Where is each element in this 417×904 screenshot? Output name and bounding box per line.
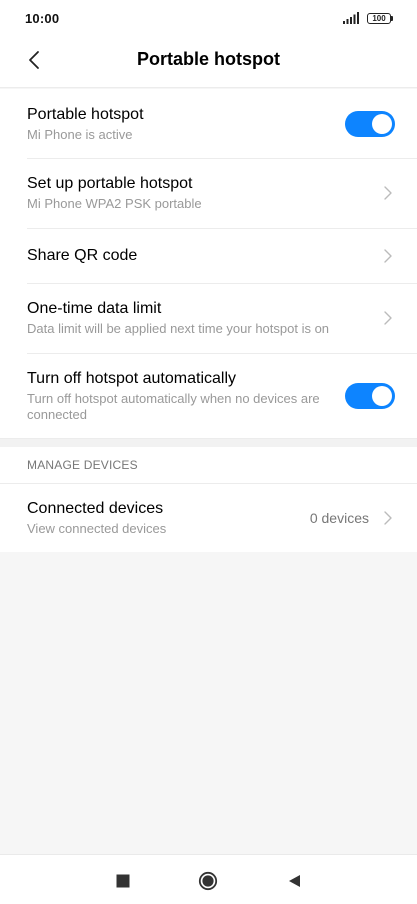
setting-share-qr[interactable]: Share QR code (0, 228, 417, 283)
setting-data-limit[interactable]: One-time data limit Data limit will be a… (0, 283, 417, 353)
device-count: 0 devices (309, 510, 369, 526)
setting-subtitle: Data limit will be applied next time you… (27, 321, 330, 336)
setting-subtitle: View connected devices (27, 521, 167, 536)
status-time: 10:00 (25, 10, 60, 26)
chevron-right-icon (384, 186, 392, 200)
header: Portable hotspot (0, 36, 417, 88)
chevron-right-icon (384, 511, 392, 525)
status-bar: 10:00 100 (0, 0, 417, 36)
section-divider (0, 438, 417, 447)
home-icon (198, 871, 218, 891)
setting-title: One-time data limit (27, 300, 162, 317)
back-triangle-icon (289, 875, 300, 887)
settings-list: Portable hotspot Mi Phone is active Set … (0, 89, 417, 439)
connected-devices-row[interactable]: Connected devices View connected devices… (0, 484, 417, 552)
setting-subtitle: Mi Phone WPA2 PSK portable (27, 196, 202, 211)
setting-title: Share QR code (27, 246, 138, 264)
recents-button[interactable] (113, 871, 133, 891)
setting-title: Set up portable hotspot (27, 175, 193, 192)
setting-portable-hotspot[interactable]: Portable hotspot Mi Phone is active (0, 89, 417, 158)
setting-title: Connected devices (27, 500, 164, 517)
page-title: Portable hotspot (137, 49, 280, 69)
navigation-bar (0, 854, 417, 904)
nav-back-button[interactable] (284, 871, 304, 891)
setting-setup-hotspot[interactable]: Set up portable hotspot Mi Phone WPA2 PS… (0, 158, 417, 228)
screen: 10:00 100 Portable hotspot Portable hots… (0, 0, 417, 904)
recents-icon (116, 874, 130, 888)
section-header: MANAGE DEVICES (0, 447, 417, 484)
battery-icon: 100 (367, 12, 393, 24)
signal-icon (343, 12, 359, 24)
setting-subtitle: Turn off hotspot automatically when no d… (27, 391, 320, 422)
status-icons: 100 (343, 12, 393, 24)
setting-auto-off[interactable]: Turn off hotspot automatically Turn off … (0, 353, 417, 439)
battery-level: 100 (367, 12, 391, 24)
portable-hotspot-toggle[interactable] (345, 110, 395, 137)
setting-subtitle: Mi Phone is active (27, 126, 133, 142)
setting-title: Turn off hotspot automatically (27, 370, 236, 387)
home-button[interactable] (198, 871, 218, 891)
setting-title: Portable hotspot (27, 105, 144, 123)
chevron-right-icon (384, 311, 392, 325)
manage-devices-section: MANAGE DEVICES Connected devices View co… (0, 447, 417, 552)
auto-off-toggle[interactable] (345, 383, 395, 409)
chevron-right-icon (384, 248, 392, 263)
